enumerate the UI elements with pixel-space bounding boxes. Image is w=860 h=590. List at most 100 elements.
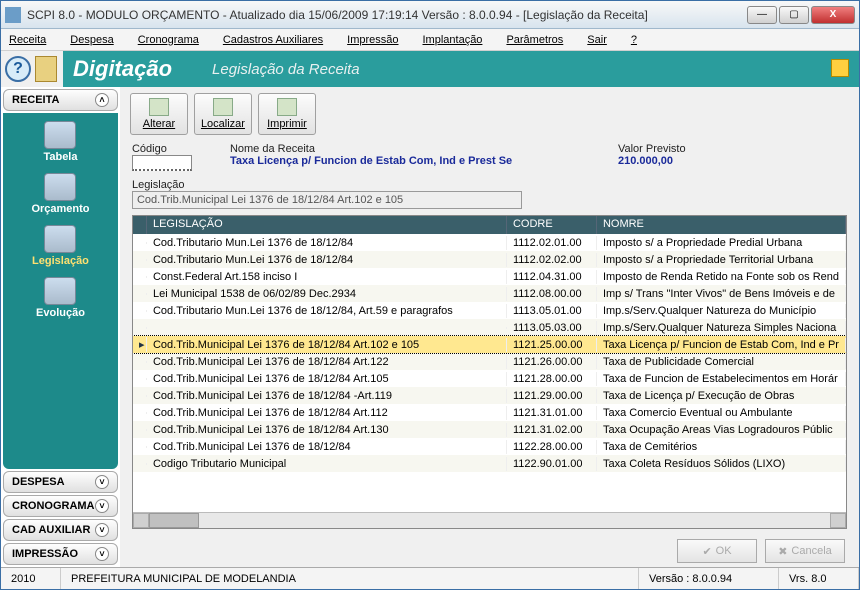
cell-codre: 1112.04.31.00: [507, 270, 597, 284]
menu-parametros[interactable]: Parâmetros: [506, 34, 563, 46]
data-grid: LEGISLAÇÃO CODRE NOMRE Cod.Tributario Mu…: [132, 215, 847, 529]
menu-despesa[interactable]: Despesa: [70, 34, 113, 46]
menu-sair[interactable]: Sair: [587, 34, 607, 46]
cell-nomre: Imp.s/Serv.Qualquer Natureza do Municípi…: [597, 304, 846, 318]
menu-impressao[interactable]: Impressão: [347, 34, 398, 46]
codigo-field[interactable]: [132, 155, 192, 171]
grid-header: LEGISLAÇÃO CODRE NOMRE: [133, 216, 846, 234]
sidebar-receita-body: Tabela Orçamento Legislação Evolução: [3, 113, 118, 469]
chevron-down-icon: ˅: [95, 523, 109, 537]
col-nomre[interactable]: NOMRE: [597, 216, 846, 234]
table-row[interactable]: Const.Federal Art.158 inciso I1112.04.31…: [133, 268, 846, 285]
table-row[interactable]: Cod.Trib.Municipal Lei 1376 de 18/12/84 …: [133, 421, 846, 438]
cell-nomre: Imposto s/ a Propriedade Predial Urbana: [597, 236, 846, 250]
nome-label: Nome da Receita: [230, 143, 610, 155]
app-icon: [5, 7, 21, 23]
menu-implantacao[interactable]: Implantação: [423, 34, 483, 46]
menu-cadastros[interactable]: Cadastros Auxiliares: [223, 34, 323, 46]
table-row[interactable]: Cod.Trib.Municipal Lei 1376 de 18/12/841…: [133, 438, 846, 455]
cell-legislacao: Codigo Tributario Municipal: [147, 457, 507, 471]
cell-legislacao: Cod.Tributario Mun.Lei 1376 de 18/12/84: [147, 253, 507, 267]
dialog-buttons: ✔ OK ✖ Cancela: [120, 535, 859, 567]
cell-codre: 1112.02.02.00: [507, 253, 597, 267]
chevron-down-icon: ˅: [95, 547, 109, 561]
cell-legislacao: Cod.Trib.Municipal Lei 1376 de 18/12/84 …: [147, 338, 507, 352]
sidebar-item-orcamento[interactable]: Orçamento: [31, 173, 89, 215]
cell-legislacao: Const.Federal Art.158 inciso I: [147, 270, 507, 284]
valor-label: Valor Previsto: [618, 143, 847, 155]
sidebar-item-tabela[interactable]: Tabela: [43, 121, 77, 163]
sidebar-item-evolucao[interactable]: Evolução: [36, 277, 85, 319]
menu-cronograma[interactable]: Cronograma: [138, 34, 199, 46]
sidebar-section-impressao[interactable]: IMPRESSÃO ˅: [3, 543, 118, 565]
cell-codre: 1113.05.03.00: [507, 321, 597, 335]
cell-codre: 1112.02.01.00: [507, 236, 597, 250]
table-row[interactable]: Cod.Trib.Municipal Lei 1376 de 18/12/84 …: [133, 353, 846, 370]
table-row[interactable]: Cod.Tributario Mun.Lei 1376 de 18/12/841…: [133, 234, 846, 251]
sidebar-section-receita[interactable]: RECEITA ˄: [3, 89, 118, 111]
menu-receita[interactable]: Receita: [9, 34, 46, 46]
app-window: SCPI 8.0 - MODULO ORÇAMENTO - Atualizado…: [0, 0, 860, 590]
imprimir-button[interactable]: Imprimir: [258, 93, 316, 135]
orcamento-icon: [44, 173, 76, 201]
table-row[interactable]: Cod.Trib.Municipal Lei 1376 de 18/12/84 …: [133, 404, 846, 421]
sidebar-item-legislacao[interactable]: Legislação: [32, 225, 89, 267]
col-legislacao[interactable]: LEGISLAÇÃO: [147, 216, 507, 234]
cell-nomre: Imposto de Renda Retido na Fonte sob os …: [597, 270, 846, 284]
cell-codre: 1121.28.00.00: [507, 372, 597, 386]
window-title: SCPI 8.0 - MODULO ORÇAMENTO - Atualizado…: [27, 8, 747, 22]
cell-nomre: Taxa de Licença p/ Execução de Obras: [597, 389, 846, 403]
evolucao-icon: [44, 277, 76, 305]
cell-nomre: Taxa de Publicidade Comercial: [597, 355, 846, 369]
calculator-icon[interactable]: [35, 56, 57, 82]
scroll-left-icon[interactable]: [133, 513, 149, 528]
minimize-button[interactable]: —: [747, 6, 777, 24]
maximize-button[interactable]: ▢: [779, 6, 809, 24]
col-codre[interactable]: CODRE: [507, 216, 597, 234]
valor-value: 210.000,00: [618, 155, 847, 167]
print-icon: [277, 98, 297, 116]
status-version-long: Versão : 8.0.0.94: [639, 568, 779, 589]
legislacao-field[interactable]: [132, 191, 522, 209]
sidebar-section-despesa[interactable]: DESPESA ˅: [3, 471, 118, 493]
sidebar-section-cronograma[interactable]: CRONOGRAMA ˅: [3, 495, 118, 517]
scroll-right-icon[interactable]: [830, 513, 846, 528]
status-org: PREFEITURA MUNICIPAL DE MODELANDIA: [61, 568, 639, 589]
table-row[interactable]: Codigo Tributario Municipal1122.90.01.00…: [133, 455, 846, 472]
close-button[interactable]: X: [811, 6, 855, 24]
table-row[interactable]: Cod.Trib.Municipal Lei 1376 de 18/12/84 …: [133, 387, 846, 404]
toolbar: Alterar Localizar Imprimir: [120, 87, 859, 141]
cell-codre: 1121.31.01.00: [507, 406, 597, 420]
statusbar: 2010 PREFEITURA MUNICIPAL DE MODELANDIA …: [1, 567, 859, 589]
banner-title: Digitação: [73, 56, 172, 82]
grid-body[interactable]: Cod.Tributario Mun.Lei 1376 de 18/12/841…: [133, 234, 846, 512]
status-version-short: Vrs. 8.0: [779, 568, 859, 589]
table-row[interactable]: Cod.Tributario Mun.Lei 1376 de 18/12/841…: [133, 251, 846, 268]
table-row[interactable]: Lei Municipal 1538 de 06/02/89 Dec.29341…: [133, 285, 846, 302]
tabela-icon: [44, 121, 76, 149]
titlebar: SCPI 8.0 - MODULO ORÇAMENTO - Atualizado…: [1, 1, 859, 29]
alterar-button[interactable]: Alterar: [130, 93, 188, 135]
table-row[interactable]: Cod.Trib.Municipal Lei 1376 de 18/12/84 …: [133, 370, 846, 387]
help-icon[interactable]: ?: [5, 56, 31, 82]
cell-legislacao: Cod.Trib.Municipal Lei 1376 de 18/12/84 …: [147, 372, 507, 386]
localizar-button[interactable]: Localizar: [194, 93, 252, 135]
exit-icon[interactable]: [831, 59, 849, 77]
sidebar-section-cadauxiliar[interactable]: CAD AUXILIAR ˅: [3, 519, 118, 541]
cell-nomre: Taxa de Cemitérios: [597, 440, 846, 454]
cell-nomre: Imp s/ Trans "Inter Vivos" de Bens Imóve…: [597, 287, 846, 301]
table-row[interactable]: ▸Cod.Trib.Municipal Lei 1376 de 18/12/84…: [133, 336, 846, 353]
cell-codre: 1113.05.01.00: [507, 304, 597, 318]
table-row[interactable]: Cod.Tributario Mun.Lei 1376 de 18/12/84,…: [133, 302, 846, 319]
cell-codre: 1122.90.01.00: [507, 457, 597, 471]
menu-help[interactable]: ?: [631, 34, 637, 46]
scroll-thumb[interactable]: [149, 513, 199, 528]
ok-button[interactable]: ✔ OK: [677, 539, 757, 563]
codigo-label: Código: [132, 143, 222, 155]
chevron-down-icon: ˅: [95, 475, 109, 489]
cell-codre: 1122.28.00.00: [507, 440, 597, 454]
cell-legislacao: Cod.Trib.Municipal Lei 1376 de 18/12/84 …: [147, 389, 507, 403]
horizontal-scrollbar[interactable]: [133, 512, 846, 528]
cancel-button[interactable]: ✖ Cancela: [765, 539, 845, 563]
table-row[interactable]: 1113.05.03.00Imp.s/Serv.Qualquer Naturez…: [133, 319, 846, 336]
